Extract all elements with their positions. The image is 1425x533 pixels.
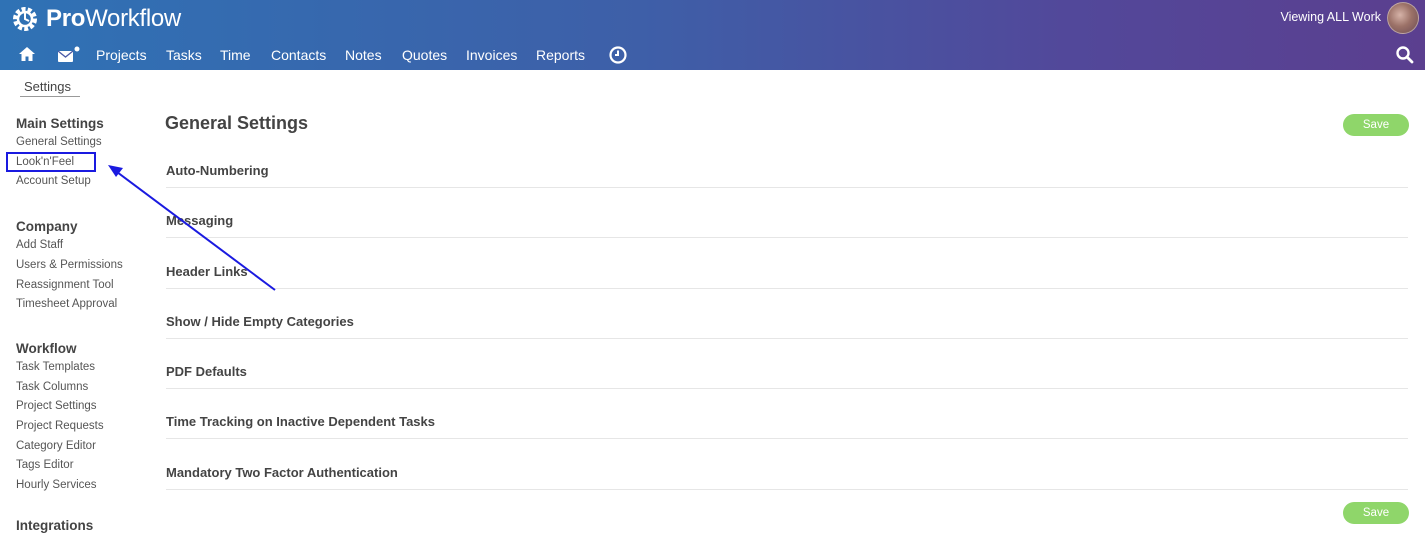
page-title: General Settings (165, 113, 309, 133)
section-label: PDF Defaults (166, 364, 247, 379)
sidebar-item-general-settings[interactable]: General Settings (16, 136, 102, 148)
sidebar-heading-company: Company (16, 219, 78, 234)
sidebar-item-project-settings[interactable]: Project Settings (16, 400, 97, 412)
nav-quotes[interactable]: Quotes (402, 46, 447, 64)
sidebar-item-tags-editor[interactable]: Tags Editor (16, 459, 74, 471)
sidebar-item-category-editor[interactable]: Category Editor (16, 440, 96, 452)
nav-tasks[interactable]: Tasks (166, 46, 202, 64)
nav-invoices[interactable]: Invoices (466, 46, 517, 64)
sidebar-item-users-permissions[interactable]: Users & Permissions (16, 259, 123, 271)
sidebar-heading-workflow: Workflow (16, 341, 77, 356)
viewing-filter[interactable]: Viewing ALL Work (1280, 10, 1381, 24)
mail-icon[interactable] (57, 46, 81, 64)
section-label: Show / Hide Empty Categories (166, 314, 354, 329)
avatar[interactable] (1387, 2, 1419, 34)
sidebar-item-add-staff[interactable]: Add Staff (16, 239, 63, 251)
sidebar-item-account-setup[interactable]: Account Setup (16, 175, 91, 187)
app-logo[interactable]: ProWorkflow (10, 4, 181, 34)
breadcrumb[interactable]: Settings (20, 79, 80, 97)
home-icon[interactable] (18, 46, 36, 62)
search-icon[interactable] (1395, 45, 1415, 65)
section-messaging[interactable]: Messaging (166, 213, 1408, 238)
sidebar-item-hourly-services[interactable]: Hourly Services (16, 479, 97, 491)
nav-reports[interactable]: Reports (536, 46, 585, 64)
save-button-top[interactable]: Save (1343, 114, 1409, 136)
clock-icon[interactable] (608, 45, 628, 65)
nav-contacts[interactable]: Contacts (271, 46, 326, 64)
gear-logo-icon (13, 7, 37, 31)
sidebar-item-task-templates[interactable]: Task Templates (16, 361, 95, 373)
sidebar-item-task-columns[interactable]: Task Columns (16, 381, 88, 393)
section-mandatory-two-factor-authentication[interactable]: Mandatory Two Factor Authentication (166, 465, 1408, 490)
logo-text: ProWorkflow (46, 5, 181, 32)
section-label: Header Links (166, 264, 248, 279)
section-show-hide-empty-categories[interactable]: Show / Hide Empty Categories (166, 314, 1408, 339)
nav-time[interactable]: Time (220, 46, 251, 64)
sidebar-item-timesheet-approval[interactable]: Timesheet Approval (16, 298, 117, 310)
nav-projects[interactable]: Projects (96, 46, 147, 64)
sidebar-heading-main-settings: Main Settings (16, 116, 104, 131)
section-label: Auto-Numbering (166, 163, 269, 178)
section-pdf-defaults[interactable]: PDF Defaults (166, 364, 1408, 389)
nav-notes[interactable]: Notes (345, 46, 382, 64)
save-button-bottom[interactable]: Save (1343, 502, 1409, 524)
section-header-links[interactable]: Header Links (166, 264, 1408, 289)
sidebar-heading-integrations: Integrations (16, 518, 94, 533)
section-label: Mandatory Two Factor Authentication (166, 465, 398, 480)
sidebar-item-reassignment-tool[interactable]: Reassignment Tool (16, 279, 114, 291)
section-label: Time Tracking on Inactive Dependent Task… (166, 414, 435, 429)
section-label: Messaging (166, 213, 234, 228)
sidebar-item-project-requests[interactable]: Project Requests (16, 420, 104, 432)
section-auto-numbering[interactable]: Auto-Numbering (166, 163, 1408, 188)
section-time-tracking-inactive-dependent-tasks[interactable]: Time Tracking on Inactive Dependent Task… (166, 414, 1408, 439)
top-header: ProWorkflow Viewing ALL Work Projects Ta… (0, 0, 1425, 70)
highlight-box (6, 152, 96, 172)
